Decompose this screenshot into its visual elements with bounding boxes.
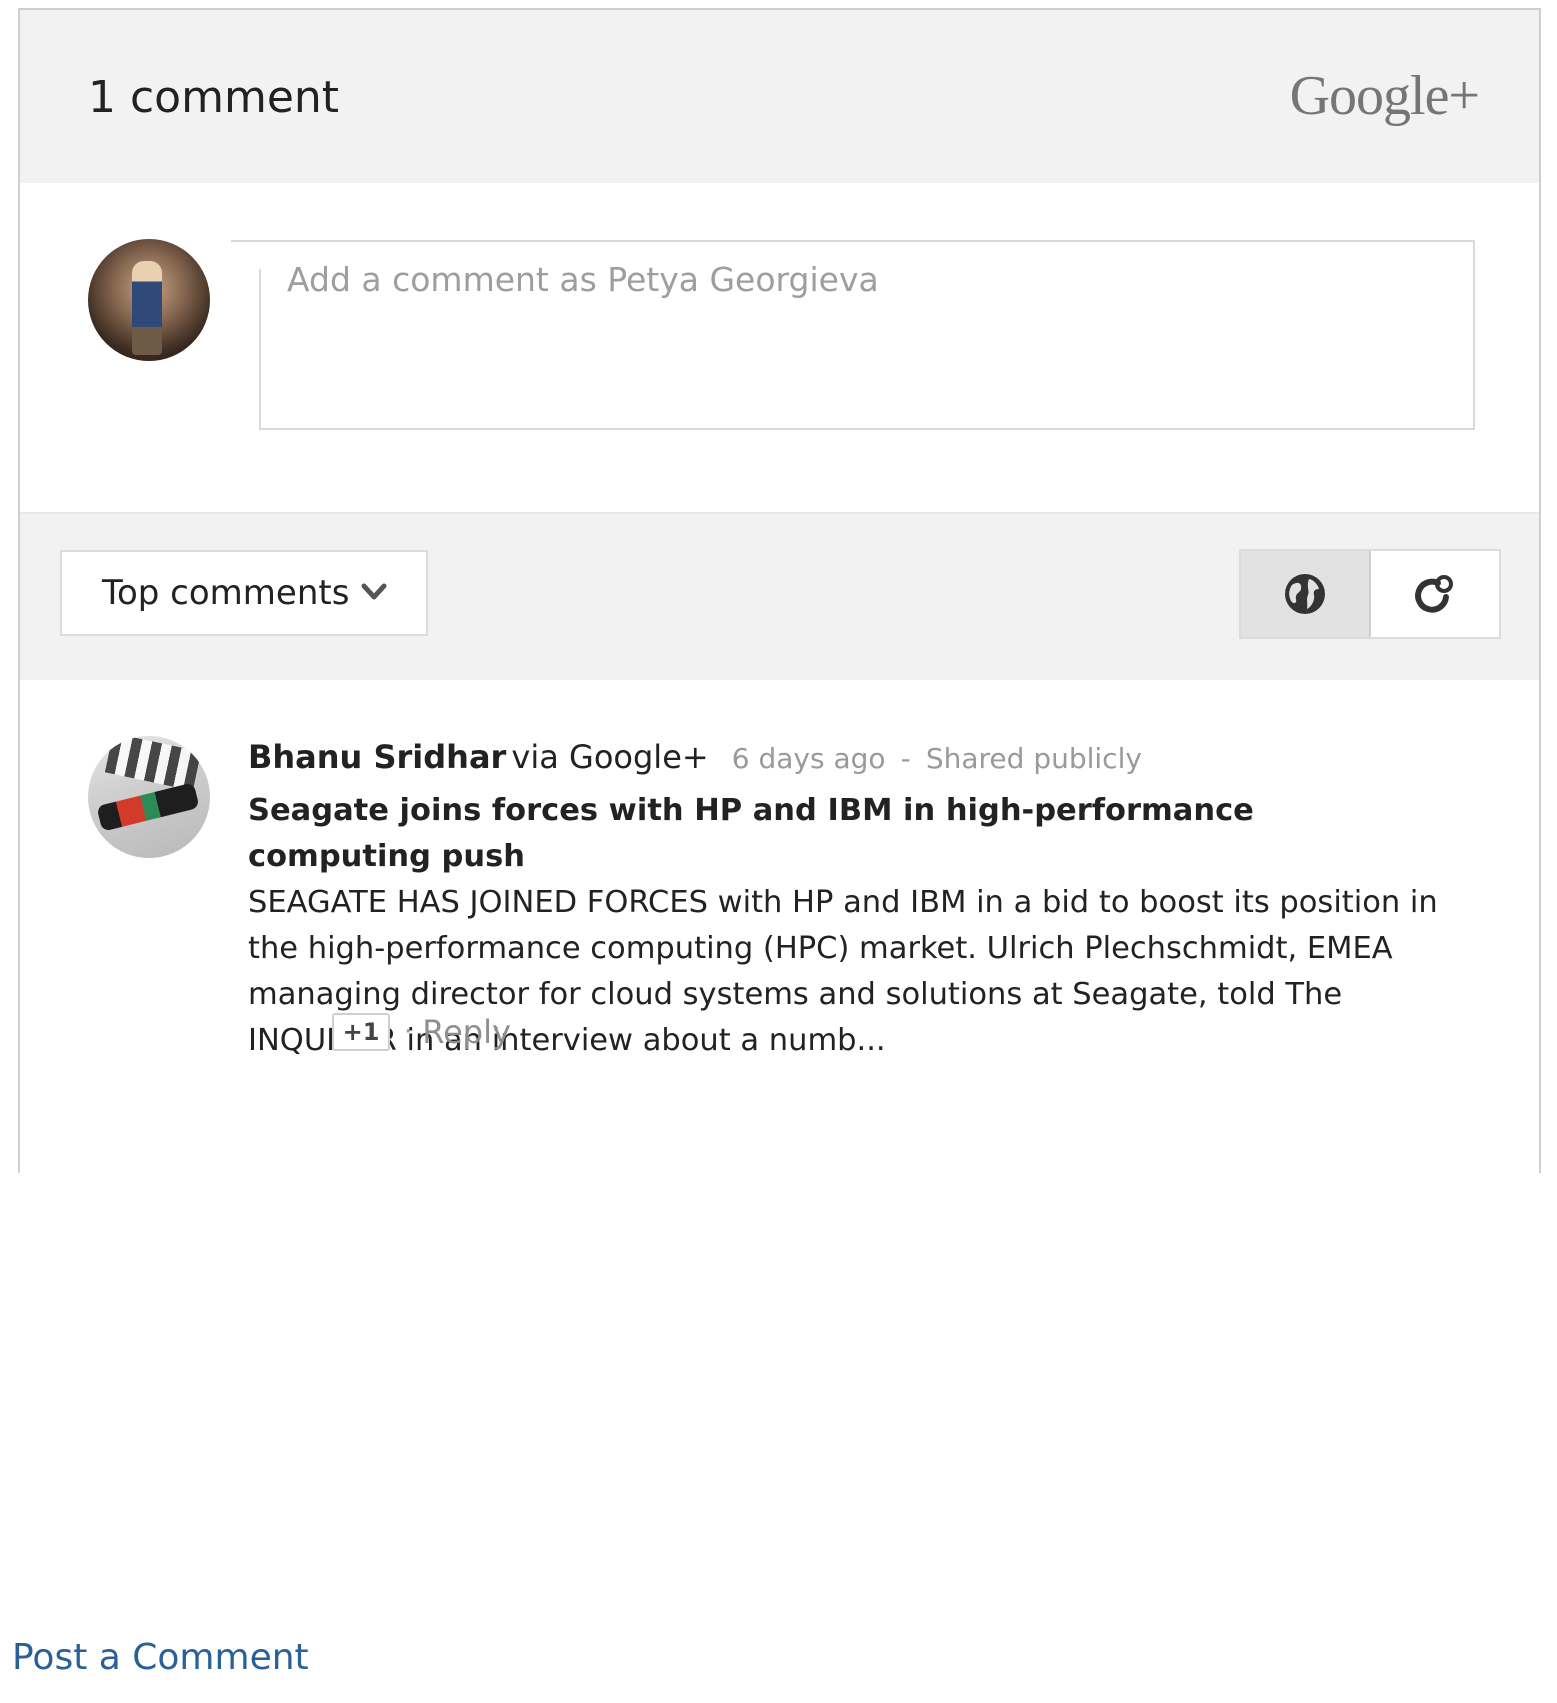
sort-dropdown[interactable]: Top comments	[60, 550, 428, 636]
comment-item: Bhanu Sridhar via Google+ 6 days ago - S…	[20, 680, 1539, 1173]
meta-separator: -	[900, 742, 911, 775]
public-view-button[interactable]	[1241, 551, 1371, 637]
post-comment-link[interactable]: Post a Comment	[12, 1637, 309, 1678]
avatar-photo-car	[96, 782, 200, 832]
comment-count: 1 comment	[88, 72, 340, 123]
avatar-photo	[104, 736, 202, 791]
comments-header: 1 comment Google+	[20, 10, 1539, 183]
globe-icon	[1285, 574, 1325, 614]
comment-input[interactable]	[287, 260, 1437, 299]
comment-meta: Bhanu Sridhar via Google+ 6 days ago - S…	[248, 738, 1142, 776]
compose-box[interactable]	[231, 240, 1475, 430]
comments-widget: 1 comment Google+ Top comments	[18, 8, 1541, 1173]
comments-toolbar: Top comments	[20, 512, 1539, 680]
sort-label: Top comments	[102, 573, 350, 613]
author-name[interactable]: Bhanu Sridhar	[248, 738, 506, 776]
author-avatar[interactable]	[88, 736, 210, 858]
circles-icon	[1415, 575, 1453, 613]
reply-link[interactable]: Reply	[422, 1013, 511, 1051]
circles-view-button[interactable]	[1371, 551, 1499, 637]
comment-actions: +1 · Reply	[332, 1013, 511, 1051]
action-separator: ·	[404, 1017, 413, 1047]
compose-section	[20, 183, 1539, 512]
google-plus-logo[interactable]: Google+	[1290, 64, 1480, 128]
avatar-photo	[132, 261, 162, 355]
chevron-down-icon	[361, 583, 387, 600]
current-user-avatar[interactable]	[88, 239, 210, 361]
comment-title[interactable]: Seagate joins forces with HP and IBM in …	[248, 788, 1438, 880]
visibility-label: Shared publicly	[925, 742, 1142, 775]
plus-one-button[interactable]: +1	[332, 1013, 390, 1051]
timestamp[interactable]: 6 days ago	[732, 742, 886, 775]
via-source: via Google+	[511, 738, 709, 776]
view-toggle	[1239, 549, 1501, 639]
